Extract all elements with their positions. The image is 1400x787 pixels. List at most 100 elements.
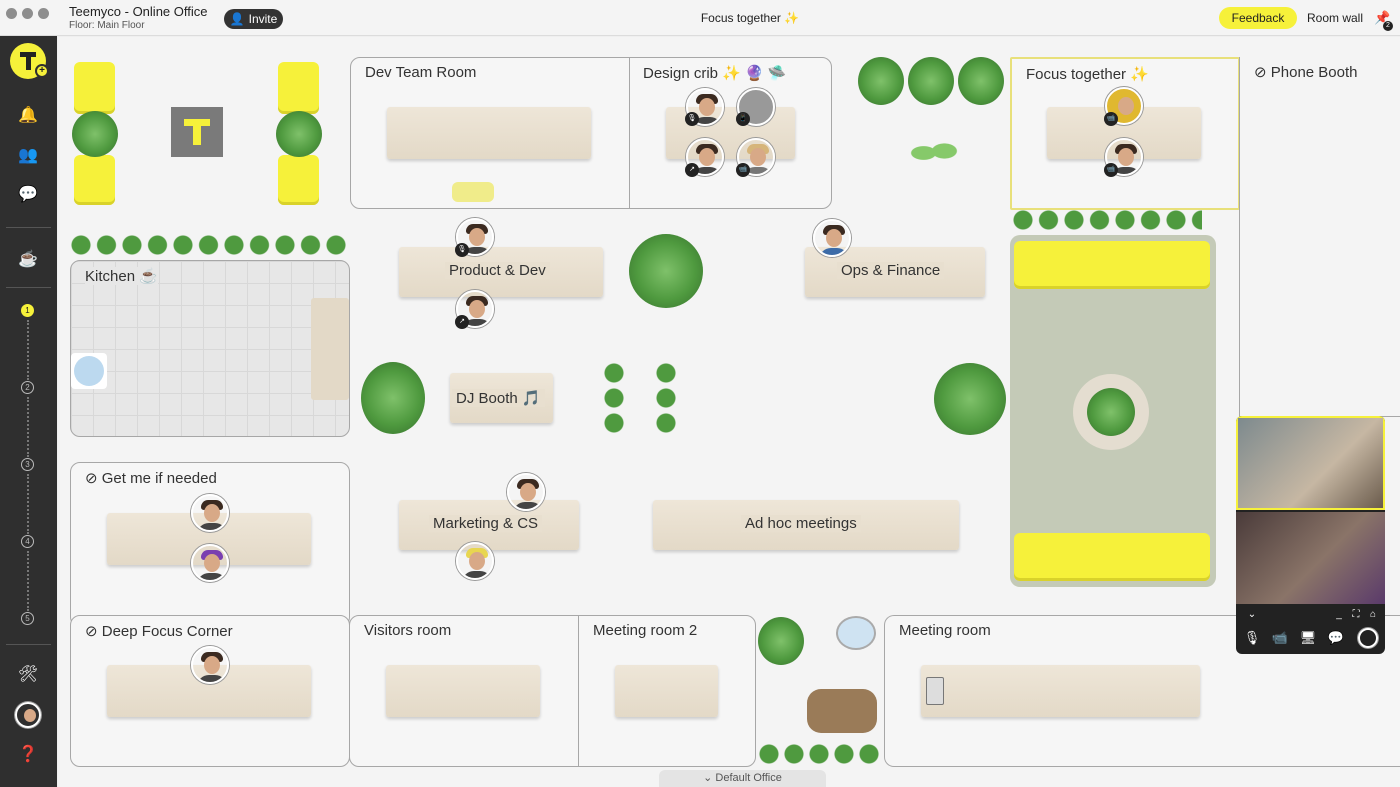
floor-4-button[interactable]: 4 [21,535,34,548]
table[interactable] [921,665,1200,717]
microphone-icon: 🎙 [685,112,699,126]
plant-icon [858,57,904,105]
chevron-down-icon: ⌄ [703,772,716,784]
table-label: Product & Dev [445,262,550,279]
table-dj-booth[interactable]: DJ Booth 🎵 [450,373,553,423]
video-feed [1236,512,1385,604]
sticker [452,182,494,202]
room-kitchen[interactable]: Kitchen ☕ [70,260,350,437]
floor-label: Floor: Main Floor [69,20,145,31]
table-label: Ad hoc meetings [741,515,861,532]
chat-icon[interactable]: 💬 [1326,630,1346,646]
sofa [74,62,115,114]
screen-share-off-icon[interactable]: 🖥 [1298,630,1318,646]
camera-icon: 📹 [1104,163,1118,177]
floor-connector [27,320,29,380]
sidebar-divider [6,227,51,228]
screen-share-icon: ↗ [685,163,699,177]
participant-avatar[interactable] [191,544,229,582]
camera-icon: 📹 [736,163,750,177]
people-icon[interactable]: 👥 [16,143,40,167]
room-wall-button[interactable]: Room wall [1307,11,1363,25]
floor-2-button[interactable]: 2 [21,381,34,394]
counter [311,298,349,400]
camera-off-icon: ⊘ [85,623,102,640]
microphone-icon: 🎙 [455,243,469,257]
room-divider [578,616,579,766]
balloons [908,133,960,173]
pin-count-badge: 2 [1383,21,1393,31]
camera-off-icon: ⊘ [1254,64,1271,81]
participant-avatar[interactable] [507,473,545,511]
collapse-icon[interactable]: ⌄ [1242,609,1262,625]
plant-icon [958,57,1004,105]
table-adhoc-meetings[interactable]: Ad hoc meetings [653,500,959,550]
participant-avatar[interactable] [191,646,229,684]
plant-icon [72,111,118,157]
office-switcher[interactable]: ⌄ Default Office [659,770,826,787]
participant-avatar[interactable] [813,219,851,257]
video-call-panel[interactable]: ⌄ _ ⛶ ⌂ 🎙 📹 🖥 💬 [1236,416,1385,654]
office-map: Dev Team Room Design crib ✨ 🔮 🛸 🎙 📱 ↗ 📹 … [58,37,1400,787]
floor-connector [27,397,29,457]
plant-row [758,743,882,765]
feedback-button[interactable]: Feedback [1219,7,1297,29]
plant-icon [629,234,703,308]
close-window-button[interactable] [6,8,17,19]
invite-label: Invite [248,12,278,26]
room-label: Kitchen ☕ [85,267,158,285]
tools-icon[interactable]: 🛠 [16,662,40,686]
my-avatar[interactable] [1358,628,1378,648]
plant-icon [276,111,322,157]
floor-3-button[interactable]: 3 [21,458,34,471]
participant-avatar[interactable] [191,494,229,532]
sidebar-divider [6,287,51,288]
add-person-icon: 👤 [229,12,245,26]
sofa [1014,241,1210,289]
plant-icon [758,617,804,665]
room-divider [629,58,630,208]
table[interactable] [387,107,591,159]
screen-device [926,677,944,705]
room-label: ⊘ Phone Booth [1254,64,1358,81]
plant-row [1012,209,1202,231]
sofa [278,155,319,205]
camera-icon[interactable]: 📹 [1270,630,1290,646]
invite-button[interactable]: 👤 Invite [224,9,283,29]
room-label: Meeting room [899,622,991,639]
room-label: Meeting room 2 [593,622,698,639]
table-product-dev[interactable]: Product & Dev [399,247,603,297]
bull-sticker [807,689,877,733]
room-label: Design crib ✨ 🔮 🛸 [643,65,787,82]
bell-icon[interactable]: 🔔 [16,103,40,127]
table-marketing-cs[interactable]: Marketing & CS [399,500,579,550]
fish-bowl [836,616,876,650]
floor-1-button[interactable]: 1 [21,304,34,317]
plant-column [603,362,625,434]
microphone-off-icon[interactable]: 🎙 [1242,630,1262,646]
title-bar: Teemyco - Online Office Floor: Main Floo… [0,0,1400,36]
floor-connector [27,551,29,611]
teemyco-logo-tile [171,107,223,157]
room-label: Dev Team Room [365,64,477,81]
room-label: Focus together ✨ [1026,66,1149,83]
table[interactable] [386,665,540,717]
home-icon[interactable]: ⌂ [1363,609,1383,625]
lounge-area[interactable] [1010,235,1216,587]
chat-icon[interactable]: 💬 [16,182,40,206]
screen-share-icon: ↗ [455,315,469,329]
app-title: Teemyco - Online Office [69,4,208,19]
sidebar-divider [6,644,51,645]
camera-off-icon: ⊘ [85,470,102,487]
add-office-button[interactable]: + [35,64,49,78]
help-icon[interactable]: ❓ [16,742,40,766]
floor-5-button[interactable]: 5 [21,612,34,625]
table[interactable] [615,665,718,717]
my-avatar[interactable] [15,702,41,728]
participant-avatar[interactable] [456,542,494,580]
minimize-window-button[interactable] [22,8,33,19]
room-phone-booth[interactable]: ⊘ Phone Booth [1239,57,1400,417]
coffee-icon[interactable]: ☕ [16,247,40,271]
table-label: DJ Booth 🎵 [452,389,545,407]
zoom-window-button[interactable] [38,8,49,19]
